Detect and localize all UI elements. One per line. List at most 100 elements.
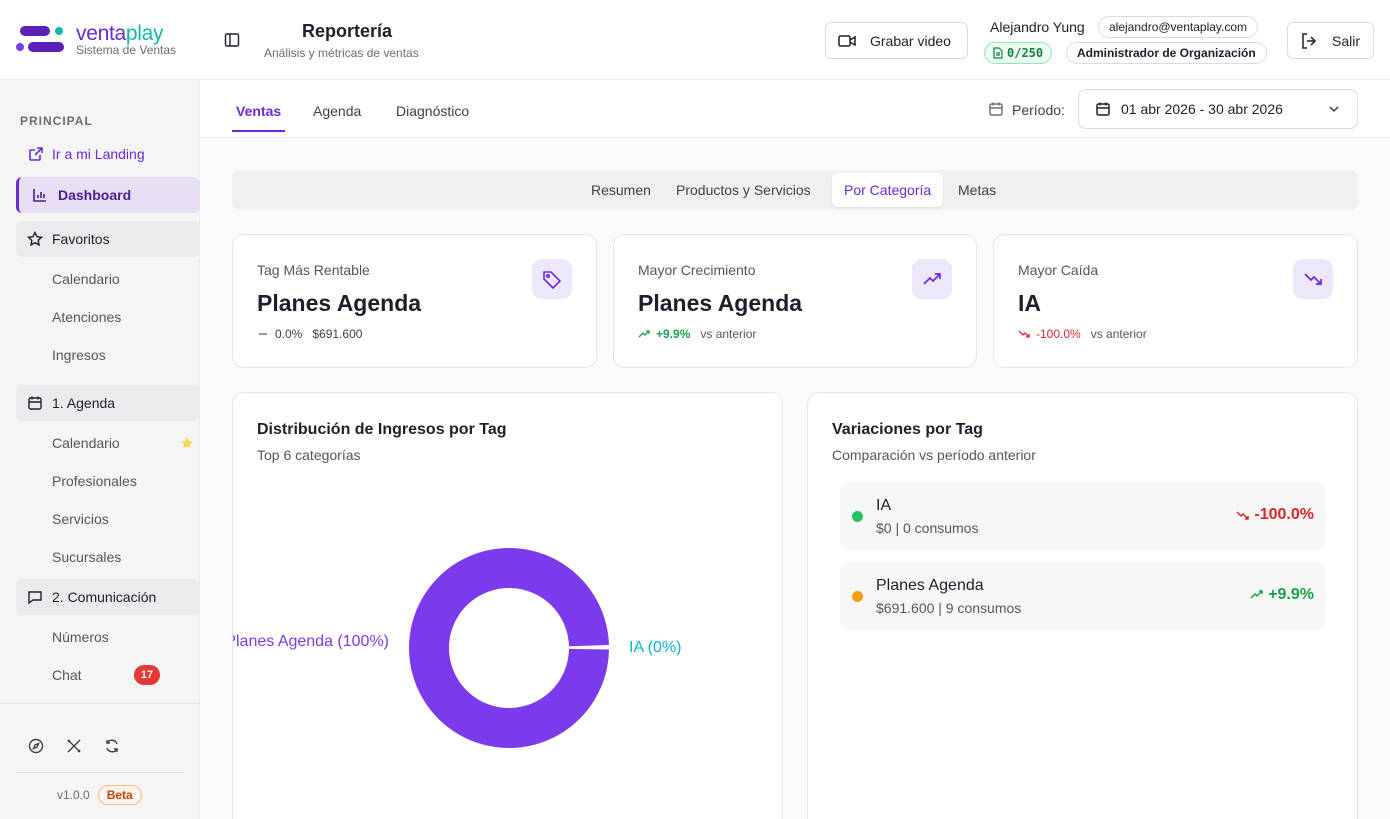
tab-ventas[interactable]: Ventas bbox=[236, 103, 281, 119]
chart-slice-planes-agenda[interactable] bbox=[409, 547, 609, 748]
brand-subtitle: Sistema de Ventas bbox=[76, 43, 177, 57]
star-icon bbox=[27, 231, 43, 247]
compass-icon[interactable] bbox=[28, 738, 44, 754]
sidebar-group-favorites[interactable]: Favoritos bbox=[16, 221, 200, 257]
distribution-title: Distribución de Ingresos por Tag bbox=[257, 421, 507, 438]
brand-logo-icon bbox=[16, 26, 64, 52]
version-info: v1.0.0 Beta bbox=[57, 785, 142, 805]
variation-row-ia[interactable]: IA $0 | 0 consumos -100.0% bbox=[840, 482, 1326, 550]
variation-percent-value: +9.9% bbox=[1268, 586, 1314, 603]
distribution-card: Distribución de Ingresos por Tag Top 6 c… bbox=[232, 392, 783, 819]
kpi-foot: -100.0% vs anterior bbox=[1018, 327, 1147, 341]
kpi-extra: vs anterior bbox=[1090, 327, 1147, 341]
sidebar-item-calendario[interactable]: Calendario bbox=[52, 435, 120, 451]
variations-title: Variaciones por Tag bbox=[832, 421, 983, 438]
trending-down-icon bbox=[1236, 511, 1250, 520]
variation-name: IA bbox=[876, 497, 892, 514]
kpi-label: Mayor Crecimiento bbox=[638, 262, 756, 278]
chart-label-planes-agenda: Planes Agenda (100%) bbox=[233, 633, 389, 650]
tab-diagnostico[interactable]: Diagnóstico bbox=[396, 103, 469, 119]
sidebar-item-chat[interactable]: Chat bbox=[52, 667, 82, 683]
sidebar-item-fav-ingresos[interactable]: Ingresos bbox=[52, 347, 106, 363]
tools-icon[interactable] bbox=[66, 738, 82, 754]
variation-percent-value: -100.0% bbox=[1254, 506, 1314, 523]
page-subtitle: Análisis y métricas de ventas bbox=[264, 46, 419, 60]
chart-label-ia: IA (0%) bbox=[629, 639, 681, 656]
sidebar-item-numeros[interactable]: Números bbox=[52, 629, 109, 645]
logout-label: Salir bbox=[1332, 32, 1361, 49]
kpi-card-top-tag: Tag Más Rentable Planes Agenda 0.0% $691… bbox=[232, 234, 597, 368]
favorite-star-icon[interactable] bbox=[180, 436, 194, 450]
role-badge: Administrador de Organización bbox=[1066, 42, 1267, 64]
kpi-change: +9.9% bbox=[656, 327, 691, 341]
sidebar-item-dashboard[interactable]: Dashboard bbox=[16, 177, 200, 213]
calendar-icon bbox=[989, 102, 1003, 116]
sidebar-group-label: 1. Agenda bbox=[52, 395, 116, 411]
calendar-icon bbox=[1096, 102, 1110, 116]
trending-down-icon bbox=[1304, 273, 1322, 285]
refresh-icon[interactable] bbox=[104, 738, 120, 754]
variation-meta: $691.600 | 9 consumos bbox=[876, 600, 1022, 616]
divider bbox=[0, 703, 200, 704]
bar-chart-icon bbox=[33, 189, 46, 202]
brand[interactable]: ventaplay Sistema de Ventas bbox=[0, 0, 200, 80]
sidebar-item-fav-calendario[interactable]: Calendario bbox=[52, 271, 120, 287]
logout-icon bbox=[1302, 32, 1317, 49]
version-label: v1.0.0 bbox=[57, 788, 90, 802]
distribution-subtitle: Top 6 categorías bbox=[257, 447, 361, 463]
period-select[interactable]: 01 abr 2026 - 30 abr 2026 bbox=[1078, 89, 1358, 129]
kpi-card-top-drop: Mayor Caída IA -100.0% vs anterior bbox=[993, 234, 1358, 368]
sidebar-item-label: Dashboard bbox=[58, 187, 132, 203]
sidebar-item-fav-atenciones[interactable]: Atenciones bbox=[52, 309, 121, 325]
kpi-icon-box bbox=[532, 259, 572, 299]
header: Reportería Análisis y métricas de ventas… bbox=[200, 0, 1390, 80]
logout-button[interactable]: Salir bbox=[1287, 22, 1374, 59]
sidebar-group-label: Favoritos bbox=[52, 231, 110, 247]
trending-down-icon bbox=[1018, 330, 1030, 338]
status-dot bbox=[852, 591, 863, 602]
kpi-value: Planes Agenda bbox=[638, 290, 803, 316]
kpi-change: 0.0% bbox=[275, 327, 303, 341]
kpi-extra: $691.600 bbox=[312, 327, 363, 341]
sidebar-item-profesionales[interactable]: Profesionales bbox=[52, 473, 137, 489]
kpi-extra: vs anterior bbox=[700, 327, 757, 341]
kpi-icon-box bbox=[1293, 259, 1333, 299]
subtab-resumen[interactable]: Resumen bbox=[591, 182, 651, 198]
kpi-icon-box bbox=[912, 259, 952, 299]
divider bbox=[16, 772, 184, 773]
sidebar-footer-icons bbox=[28, 738, 120, 754]
document-icon bbox=[993, 47, 1003, 59]
sidebar-toggle-icon[interactable] bbox=[224, 32, 240, 48]
user-email-badge: alejandro@ventaplay.com bbox=[1098, 16, 1259, 38]
trending-up-icon bbox=[1250, 590, 1263, 599]
kpi-value: IA bbox=[1018, 290, 1041, 316]
usage-value: 0/250 bbox=[1007, 46, 1044, 60]
tag-icon bbox=[543, 271, 562, 289]
trending-up-icon bbox=[923, 273, 941, 285]
kpi-label: Mayor Caída bbox=[1018, 262, 1099, 278]
chevron-down-icon bbox=[1329, 106, 1339, 113]
beta-badge: Beta bbox=[97, 785, 142, 805]
subtab-metas[interactable]: Metas bbox=[958, 182, 996, 198]
sidebar-group-agenda[interactable]: 1. Agenda bbox=[16, 385, 200, 421]
record-video-button[interactable]: Grabar video bbox=[825, 22, 968, 59]
sidebar-item-sucursales[interactable]: Sucursales bbox=[52, 549, 121, 565]
tab-agenda[interactable]: Agenda bbox=[313, 103, 361, 119]
sidebar-item-servicios[interactable]: Servicios bbox=[52, 511, 109, 527]
status-dot bbox=[852, 511, 863, 522]
landing-link[interactable]: Ir a mi Landing bbox=[28, 146, 145, 162]
subtab-por-categoria[interactable]: Por Categoría bbox=[832, 173, 944, 207]
landing-link-label: Ir a mi Landing bbox=[52, 146, 145, 162]
subtab-productos[interactable]: Productos y Servicios bbox=[676, 182, 811, 198]
section-label: PRINCIPAL bbox=[20, 114, 93, 128]
calendar-icon bbox=[28, 396, 42, 410]
variations-subtitle: Comparación vs período anterior bbox=[832, 447, 1036, 463]
donut-chart: Planes Agenda (100%) IA (0%) bbox=[233, 547, 681, 748]
sidebar-group-communication[interactable]: 2. Comunicación bbox=[16, 579, 200, 615]
external-link-icon bbox=[29, 147, 43, 161]
kpi-foot: +9.9% vs anterior bbox=[638, 327, 756, 341]
kpi-foot: 0.0% $691.600 bbox=[257, 327, 362, 341]
sidebar-group-label: 2. Comunicación bbox=[52, 589, 157, 605]
variation-row-planes-agenda[interactable]: Planes Agenda $691.600 | 9 consumos +9.9… bbox=[840, 562, 1326, 630]
record-video-label: Grabar video bbox=[870, 32, 951, 49]
